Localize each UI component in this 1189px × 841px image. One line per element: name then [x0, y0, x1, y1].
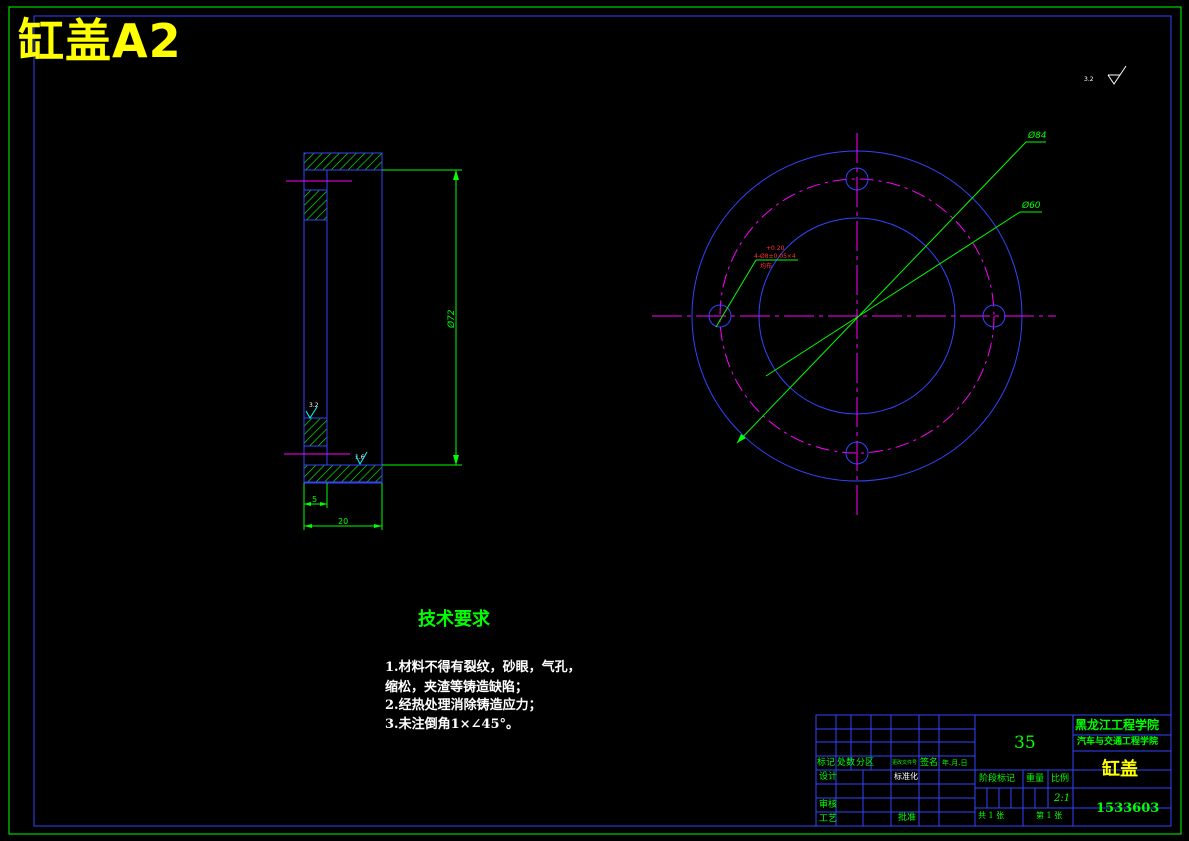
header-label-count: 处数: [837, 758, 856, 768]
header-label-date: 年.月.日: [942, 759, 968, 767]
tech-requirement-line-3: 2.经热处理消除铸造应力；: [385, 698, 542, 713]
hatch-lower-wall: [303, 417, 328, 447]
hatch-upper-wall: [303, 189, 328, 221]
process-label: 工艺: [819, 814, 838, 824]
front-view: Ø84 Ø60 +0.20 4-Ø8±0.05×4 均布: [652, 130, 1056, 520]
hatch-top-flange: [303, 152, 383, 171]
design-label: 设计: [819, 772, 838, 782]
material-value: 35: [1014, 733, 1036, 753]
scale-value: 2:1: [1054, 793, 1071, 804]
stage-label: 阶段标记: [979, 774, 1016, 784]
dim-outer-label: Ø84: [1027, 130, 1047, 141]
drawing-sheet: 3.2 Ø72 5 20 3.2 1.6 Ø84 Ø60 +0.20 4-Ø8±…: [8, 6, 1182, 835]
school-name: 黑龙江工程学院: [1075, 718, 1160, 732]
department-name: 汽车与交通工程学院: [1077, 737, 1159, 747]
hatch-bottom-flange: [303, 464, 383, 483]
outer-border: [8, 6, 1182, 835]
scale-label: 比例: [1051, 774, 1070, 784]
approve-label: 批准: [898, 813, 917, 823]
dim-width-total-label: 20: [338, 517, 348, 526]
dim-pcd-label: Ø60: [1021, 200, 1041, 211]
review-label: 审核: [819, 800, 838, 810]
roughness-value-general: 3.2: [1084, 76, 1094, 83]
sheet-number: 第 1 张: [1036, 811, 1063, 820]
roughness-symbol-bottom: 1.6: [355, 451, 368, 466]
header-label-zone: 分区: [856, 758, 875, 768]
tech-requirement-line-2: 缩松，夹渣等铸造缺陷；: [385, 680, 529, 695]
total-sheets: 共 1 张: [978, 811, 1005, 820]
tech-requirement-line-1: 1.材料不得有裂纹，砂眼，气孔，: [385, 660, 581, 675]
section-view: Ø72 5 20 3.2 1.6: [284, 152, 462, 530]
header-label-change-doc: 更改文件号: [892, 760, 918, 766]
roughness-value-inner: 3.2: [309, 402, 319, 409]
header-label-sign: 签名: [920, 758, 939, 768]
standardize-label: 标准化: [894, 772, 918, 781]
weight-label: 重量: [1026, 774, 1045, 784]
drawing-title: 缸盖A2: [18, 14, 182, 68]
roughness-symbol-general: 3.2: [1084, 65, 1127, 85]
roughness-symbol-inner: 3.2: [305, 402, 319, 419]
part-name: 缸盖: [1102, 759, 1138, 780]
drawing-number: 1533603: [1096, 801, 1160, 816]
inner-border: [33, 15, 1172, 827]
tech-requirement-line-4: 3.未注倒角1×∠45°。: [385, 717, 519, 732]
hole-callout-note: 均布: [760, 262, 772, 270]
hole-callout-tol: +0.20: [766, 245, 785, 252]
dim-width-small-label: 5: [312, 495, 317, 504]
dim-diameter-label: Ø72: [446, 309, 457, 329]
hole-callout-main: 4-Ø8±0.05×4: [754, 253, 796, 260]
tech-requirements-title: 技术要求: [418, 609, 490, 630]
header-label-mark: 标记: [817, 758, 836, 768]
